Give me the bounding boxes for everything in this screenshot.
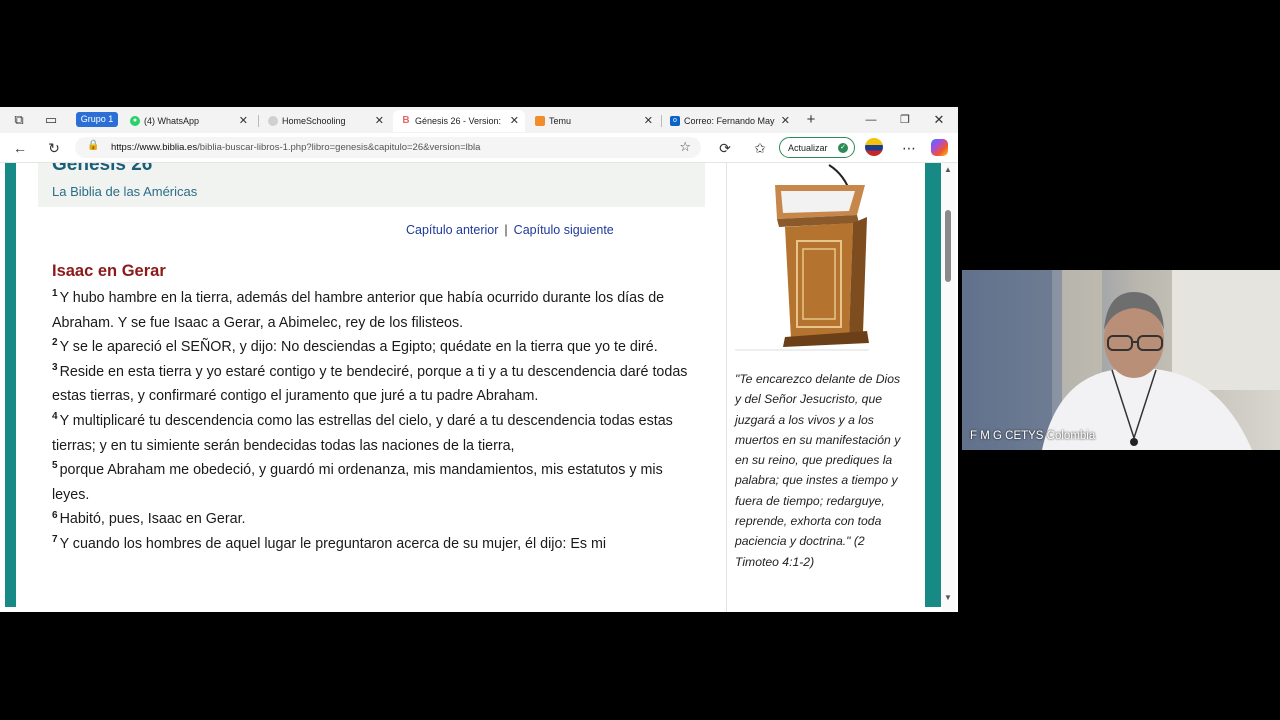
verse: 2Y se le apareció el SEÑOR, y dijo: No d… — [52, 337, 658, 356]
tab-actions-icon[interactable]: ▭ — [42, 111, 60, 129]
chapter-nav: Capítulo anterior | Capítulo siguiente — [406, 223, 614, 237]
refresh-icon[interactable]: ↻ — [44, 138, 64, 158]
minimize-icon[interactable]: — — [861, 110, 881, 130]
copilot-icon[interactable] — [931, 139, 948, 156]
verse-number: 7 — [52, 534, 58, 546]
update-badge-icon: ✓ — [838, 143, 848, 153]
close-tab-icon[interactable]: ✕ — [239, 110, 248, 132]
url-text: https://www.biblia.es/biblia-buscar-libr… — [111, 137, 480, 158]
temu-icon — [535, 116, 545, 126]
address-toolbar: ← ↻ 🔒 https://www.biblia.es/biblia-busca… — [0, 133, 958, 163]
verse: 4Y multiplicaré tu descendencia como las… — [52, 411, 673, 454]
pulpit-image — [735, 163, 875, 347]
tab-separator — [258, 115, 259, 127]
verse: 5 porque Abraham me obedeció, y guardó mi… — [52, 460, 663, 503]
update-button[interactable]: Actualizar ✓ — [779, 137, 855, 158]
url-path: /biblia-buscar-libros-1.php?libro=genesi… — [197, 142, 481, 153]
verse-number: 6 — [52, 509, 58, 521]
book-title: Génesis 26 — [52, 163, 153, 175]
close-tab-icon[interactable]: ✕ — [644, 110, 653, 132]
tab-title: HomeSchooling — [282, 116, 346, 126]
verse-text: Y multiplicaré tu descendencia como las … — [52, 412, 673, 454]
close-tab-icon[interactable]: ✕ — [781, 110, 790, 132]
profile-avatar[interactable] — [865, 138, 883, 156]
verse-text: Habitó, pues, Isaac en Gerar. — [59, 511, 246, 528]
close-tab-icon[interactable]: ✕ — [510, 110, 519, 132]
page-icon — [268, 116, 278, 126]
lock-icon: 🔒 — [87, 140, 100, 151]
verse: 1Y hubo hambre en la tierra, además del … — [52, 288, 665, 331]
sidebar-quote: "Te encarezco delante de Dios y del Seño… — [735, 372, 901, 569]
participant-name: F M G CETYS Colombia — [970, 430, 1096, 442]
verse-text: porque Abraham me obedeció, y guardó mi … — [52, 462, 663, 503]
tab-strip: ⧉ ▭ Grupo 1 ● (4) WhatsApp ✕ HomeSchooli… — [0, 107, 958, 133]
workspaces-icon[interactable]: ⧉ — [10, 111, 28, 129]
restore-icon[interactable]: ❐ — [895, 110, 915, 130]
verse: 7Y cuando los hombres de aquel lugar le … — [52, 534, 607, 552]
browser-window: ⧉ ▭ Grupo 1 ● (4) WhatsApp ✕ HomeSchooli… — [0, 107, 958, 612]
verse-number: 3 — [52, 362, 58, 374]
biblia-icon: B — [401, 115, 411, 126]
tab-title: (4) WhatsApp — [144, 116, 200, 126]
verse-text: Reside en esta tierra y yo estaré contig… — [52, 363, 688, 405]
whatsapp-icon: ● — [130, 116, 140, 126]
left-teal-bar — [5, 163, 16, 607]
right-teal-bar — [925, 163, 941, 607]
tab-title: Temu — [549, 116, 572, 126]
web-page: Génesis 26 La Biblia de las Américas Cap… — [0, 163, 958, 612]
url-domain: https://www.biblia.es — [111, 142, 198, 153]
verse: 6 Habitó, pues, Isaac en Gerar. — [52, 509, 246, 528]
close-window-icon[interactable]: ✕ — [929, 110, 949, 130]
next-chapter-link[interactable]: Capítulo siguiente — [514, 223, 614, 237]
outlook-icon: o — [670, 116, 680, 126]
verse-text: Y se le apareció el SEÑOR, y dijo: No de… — [59, 339, 658, 356]
tab-group-label[interactable]: Grupo 1 — [76, 112, 118, 127]
tab-genesis[interactable]: B Génesis 26 - Version: La ✕ — [393, 110, 525, 132]
nav-separator: | — [504, 223, 508, 237]
version-name: La Biblia de las Américas — [52, 184, 198, 199]
verse-number: 2 — [52, 337, 58, 349]
scroll-down-icon[interactable]: ▼ — [944, 593, 952, 602]
more-options-icon[interactable]: ⋯ — [899, 138, 919, 158]
image-bottom-edge — [735, 349, 869, 351]
tab-homeschooling[interactable]: HomeSchooling ✕ — [260, 110, 390, 132]
book-header: Génesis 26 La Biblia de las Américas — [38, 163, 705, 207]
verse-text: Y cuando los hombres de aquel lugar le p… — [59, 535, 607, 552]
verses-text: 1Y hubo hambre en la tierra, además del … — [52, 286, 692, 557]
extensions-icon[interactable]: ⟳ — [715, 138, 735, 158]
favorites-icon[interactable]: ✩ — [750, 138, 770, 158]
participant-video — [962, 270, 1280, 450]
back-icon[interactable]: ← — [10, 138, 30, 158]
section-heading: Isaac en Gerar — [52, 262, 166, 280]
verse-number: 4 — [52, 411, 58, 423]
close-tab-icon[interactable]: ✕ — [375, 110, 384, 132]
video-tile: F M G CETYS Colombia — [962, 270, 1280, 450]
scrollbar-thumb[interactable] — [945, 210, 951, 282]
tab-outlook[interactable]: o Correo: Fernando May ✕ — [662, 110, 796, 132]
verse-number: 1 — [52, 288, 58, 300]
address-bar[interactable]: 🔒 https://www.biblia.es/biblia-buscar-li… — [75, 137, 701, 158]
new-tab-icon[interactable]: + — [801, 110, 821, 130]
tab-title: Génesis 26 - Version: La — [415, 116, 501, 126]
tab-title: Correo: Fernando May — [684, 116, 775, 126]
verse: 3 Reside en esta tierra y yo estaré conti… — [52, 362, 688, 405]
scroll-up-icon[interactable]: ▲ — [944, 165, 952, 174]
verse-number: 5 — [52, 460, 58, 472]
favorite-star-icon[interactable]: ☆ — [679, 139, 691, 155]
tab-whatsapp[interactable]: ● (4) WhatsApp ✕ — [122, 110, 254, 132]
verse-text: Y hubo hambre en la tierra, además del h… — [52, 290, 665, 331]
prev-chapter-link[interactable]: Capítulo anterior — [406, 223, 498, 237]
update-label: Actualizar — [788, 143, 828, 153]
tab-temu[interactable]: Temu ✕ — [527, 110, 659, 132]
